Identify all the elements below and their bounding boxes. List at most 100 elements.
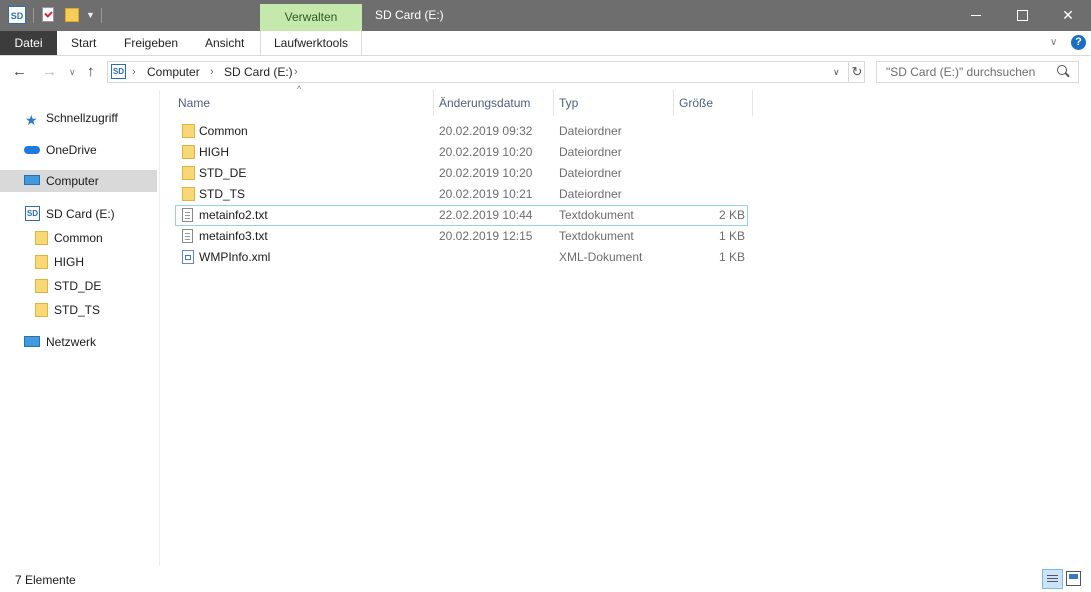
sd-card-icon: SD <box>111 64 126 79</box>
properties-icon[interactable] <box>42 7 54 22</box>
file-type: Dateiordner <box>559 124 622 138</box>
file-name: metainfo3.txt <box>199 229 268 243</box>
sd-card-icon: SD <box>25 206 40 221</box>
chevron-right-icon[interactable]: › <box>210 61 214 83</box>
sidebar-item-onedrive[interactable]: OneDrive <box>0 139 157 161</box>
file-row[interactable]: Common 20.02.2019 09:32 Dateiordner <box>175 121 748 142</box>
sidebar-item-network[interactable]: Netzwerk <box>0 331 157 353</box>
text-file-icon <box>182 208 193 222</box>
file-date: 20.02.2019 12:15 <box>439 229 533 243</box>
file-row[interactable]: STD_DE 20.02.2019 10:20 Dateiordner <box>175 163 748 184</box>
computer-icon <box>24 175 40 185</box>
text-file-icon <box>182 229 193 243</box>
large-icons-view-icon[interactable] <box>1066 571 1081 586</box>
column-header-type[interactable]: Typ <box>559 92 578 114</box>
file-row[interactable]: metainfo3.txt 20.02.2019 12:15 Textdokum… <box>175 226 748 247</box>
new-folder-icon[interactable] <box>65 8 79 22</box>
file-name: STD_TS <box>199 187 246 201</box>
folder-icon <box>35 231 48 245</box>
sidebar-item-std-de[interactable]: STD_DE <box>0 275 157 297</box>
file-name: WMPInfo.xml <box>199 250 271 264</box>
sidebar-item-label: Common <box>54 231 103 245</box>
network-icon <box>24 336 40 347</box>
address-bar[interactable] <box>107 61 865 83</box>
details-view-icon[interactable] <box>1042 569 1063 589</box>
star-icon: ★ <box>25 112 38 128</box>
back-button[interactable]: ← <box>12 62 27 82</box>
file-name: HIGH <box>199 145 229 159</box>
folder-icon <box>182 145 195 159</box>
sidebar-item-label: Netzwerk <box>46 335 97 349</box>
breadcrumb-computer[interactable]: Computer <box>147 61 200 83</box>
file-date: 20.02.2019 09:32 <box>439 124 533 138</box>
sidebar-item-std-ts[interactable]: STD_TS <box>0 299 157 321</box>
maximize-button[interactable] <box>999 0 1045 31</box>
file-type: Dateiordner <box>559 145 622 159</box>
tab-share[interactable]: Freigeben <box>124 31 178 55</box>
tab-home[interactable]: Start <box>71 31 96 55</box>
chevron-down-icon[interactable]: ∨ <box>1050 31 1064 55</box>
file-row[interactable]: HIGH 20.02.2019 10:20 Dateiordner <box>175 142 748 163</box>
close-button[interactable]: ✕ <box>1045 0 1091 31</box>
file-row[interactable]: STD_TS 20.02.2019 10:21 Dateiordner <box>175 184 748 205</box>
column-divider[interactable] <box>673 90 674 116</box>
column-header-date[interactable]: Änderungsdatum <box>439 92 530 114</box>
address-dropdown-icon[interactable]: ∨ <box>833 61 845 83</box>
file-type: Dateiordner <box>559 187 622 201</box>
forward-button[interactable]: → <box>42 62 57 82</box>
file-size: 1 KB <box>718 250 745 264</box>
recent-locations-button[interactable]: ∨ <box>69 62 76 82</box>
search-placeholder: "SD Card (E:)" durchsuchen <box>886 65 1036 79</box>
folder-icon <box>182 187 195 201</box>
search-icon[interactable] <box>1057 65 1067 75</box>
breadcrumb-sd-card[interactable]: SD Card (E:) <box>224 61 293 83</box>
file-name: STD_DE <box>199 166 247 180</box>
folder-icon <box>182 166 195 180</box>
file-size: 1 KB <box>718 229 745 243</box>
sidebar-item-computer[interactable]: Computer <box>0 170 157 192</box>
column-divider[interactable] <box>553 90 554 116</box>
minimize-button[interactable] <box>953 0 999 31</box>
chevron-right-icon[interactable]: › <box>132 61 136 83</box>
customize-toolbar-icon[interactable]: ▼ <box>86 8 96 22</box>
sidebar-item-quick-access[interactable]: ★ Schnellzugriff <box>0 107 157 129</box>
file-date: 20.02.2019 10:20 <box>439 145 533 159</box>
folder-icon <box>35 279 48 293</box>
file-type: Dateiordner <box>559 166 622 180</box>
tab-drive-tools[interactable]: Laufwerktools <box>260 31 362 55</box>
folder-icon <box>35 255 48 269</box>
navigation-pane <box>0 90 160 566</box>
chevron-right-icon[interactable]: › <box>294 61 298 83</box>
file-row-focused[interactable]: metainfo2.txt 22.02.2019 10:44 Textdokum… <box>175 205 748 226</box>
sidebar-item-high[interactable]: HIGH <box>0 251 157 273</box>
column-header-size[interactable]: Größe <box>679 92 713 114</box>
xml-file-icon <box>182 250 194 264</box>
file-date: 20.02.2019 10:20 <box>439 166 533 180</box>
column-header-name[interactable]: Name <box>178 92 210 114</box>
context-tab-manage: Verwalten <box>260 4 362 31</box>
window-title: SD Card (E:) <box>375 8 444 22</box>
help-icon[interactable]: ? <box>1071 35 1086 50</box>
file-row[interactable]: WMPInfo.xml XML-Dokument 1 KB <box>175 247 748 268</box>
file-date: 20.02.2019 10:21 <box>439 187 533 201</box>
sidebar-item-label: Schnellzugriff <box>46 111 118 125</box>
up-button[interactable]: ↑ <box>87 62 95 82</box>
sd-card-icon[interactable]: SD <box>8 6 26 24</box>
column-divider[interactable] <box>752 90 753 116</box>
sidebar-item-label: OneDrive <box>46 143 97 157</box>
sidebar-item-label: STD_DE <box>54 279 102 293</box>
column-divider[interactable] <box>433 90 434 116</box>
file-type: Textdokument <box>559 229 634 243</box>
file-size: 2 KB <box>718 208 745 222</box>
tab-file[interactable]: Datei <box>0 31 57 55</box>
file-date: 22.02.2019 10:44 <box>439 208 533 222</box>
file-name: Common <box>199 124 248 138</box>
status-item-count: 7 Elemente <box>15 573 76 587</box>
toolbar-divider <box>33 8 34 23</box>
tab-view[interactable]: Ansicht <box>205 31 244 55</box>
refresh-icon[interactable]: ↻ <box>848 61 865 83</box>
folder-icon <box>182 124 195 138</box>
sidebar-item-label: HIGH <box>54 255 84 269</box>
sidebar-item-common[interactable]: Common <box>0 227 157 249</box>
sidebar-item-sd-card[interactable]: SD SD Card (E:) <box>0 203 157 225</box>
